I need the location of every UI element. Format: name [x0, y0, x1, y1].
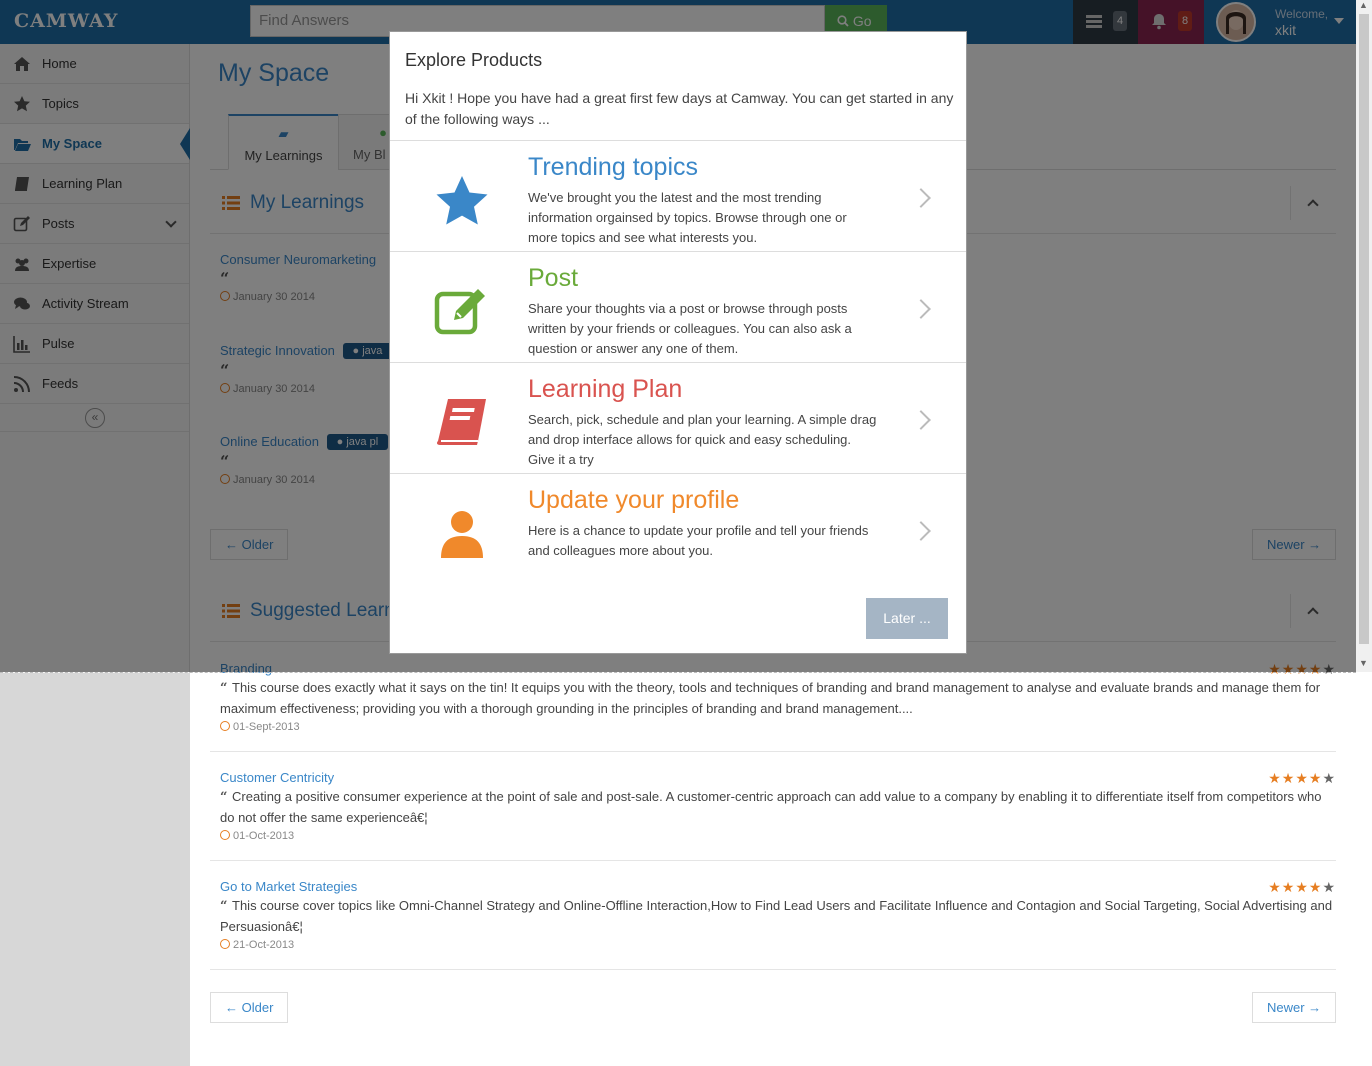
course-description: “ This course cover topics like Omni-Cha…: [220, 896, 1336, 937]
option-trending-topics[interactable]: Trending topics We've brought you the la…: [390, 140, 966, 251]
item-date: 01-Oct-2013: [233, 830, 295, 842]
quote-icon: “: [220, 790, 233, 805]
star-rating: ★★★★★: [1268, 879, 1336, 895]
item-date-row: 01-Sept-2013: [220, 721, 1336, 733]
option-title: Learning Plan: [528, 375, 683, 403]
clock-icon: [220, 830, 230, 840]
list-item: Customer Centricity ★★★★★ “ Creating a p…: [220, 770, 1336, 842]
chevron-right-icon: [911, 410, 931, 430]
chevron-right-icon: [911, 299, 931, 319]
chevron-right-icon: [911, 188, 931, 208]
divider: [210, 751, 1336, 752]
scrollbar-thumb[interactable]: [1359, 14, 1369, 644]
option-title: Trending topics: [528, 153, 698, 181]
quote-icon: “: [220, 899, 233, 914]
option-title: Update your profile: [528, 486, 740, 514]
modal-intro: Hi Xkit ! Hope you have had a great firs…: [405, 90, 954, 127]
newer-button[interactable]: Newer →: [1252, 992, 1337, 1023]
scroll-down-icon[interactable]: ▼: [1359, 658, 1368, 668]
edit-icon: [434, 289, 485, 335]
list-item: Go to Market Strategies ★★★★★ “ This cou…: [220, 879, 1336, 951]
course-description-text: This course cover topics like Omni-Chann…: [220, 898, 1333, 934]
course-title-link[interactable]: Go to Market Strategies: [220, 879, 357, 894]
chevron-right-icon: [911, 521, 931, 541]
option-update-profile[interactable]: Update your profile Here is a chance to …: [390, 473, 966, 584]
option-post[interactable]: Post Share your thoughts via a post or b…: [390, 251, 966, 362]
clock-icon: [220, 939, 230, 949]
course-title-link[interactable]: Customer Centricity: [220, 770, 334, 785]
divider: [210, 969, 1336, 970]
course-description-text: Creating a positive consumer experience …: [220, 789, 1322, 825]
course-description-text: This course does exactly what it says on…: [220, 680, 1321, 716]
older-button[interactable]: ← Older: [210, 992, 289, 1023]
option-description: Here is a chance to update your profile …: [528, 523, 869, 558]
book-icon: [436, 399, 486, 445]
option-description: We've brought you the latest and the mos…: [528, 190, 847, 245]
course-description: “ This course does exactly what it says …: [220, 678, 1336, 719]
clock-icon: [220, 721, 230, 731]
star-rating: ★★★★★: [1268, 770, 1336, 786]
course-description: “ Creating a positive consumer experienc…: [220, 787, 1336, 828]
item-date-row: 01-Oct-2013: [220, 830, 1336, 842]
item-date: 21-Oct-2013: [233, 939, 295, 951]
option-description: Share your thoughts via a post or browse…: [528, 301, 852, 356]
option-learning-plan[interactable]: Learning Plan Search, pick, schedule and…: [390, 362, 966, 473]
item-date-row: 21-Oct-2013: [220, 939, 1336, 951]
scrollbar[interactable]: ▲ ▼: [1356, 0, 1372, 672]
option-title: Post: [528, 264, 579, 292]
sidebar-background: [0, 673, 190, 1066]
later-button[interactable]: Later ...: [866, 598, 948, 639]
scroll-up-icon[interactable]: ▲: [1359, 0, 1368, 10]
quote-icon: “: [220, 681, 233, 696]
item-date: 01-Sept-2013: [233, 721, 300, 733]
star-icon: [436, 176, 488, 225]
backdrop-edge: [0, 672, 1356, 673]
modal-title: Explore Products: [405, 50, 543, 70]
user-icon: [441, 511, 483, 558]
option-description: Search, pick, schedule and plan your lea…: [528, 412, 877, 467]
explore-products-modal: Explore Products Hi Xkit ! Hope you have…: [389, 31, 967, 654]
divider: [210, 860, 1336, 861]
